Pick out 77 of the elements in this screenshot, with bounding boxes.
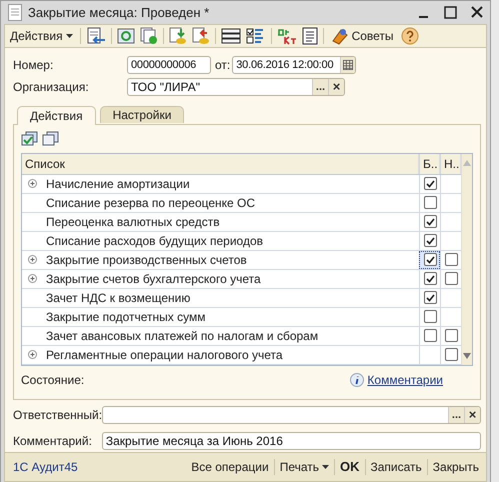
check-all-icon[interactable] (21, 130, 39, 147)
checkbox[interactable] (424, 234, 436, 248)
checkbox[interactable] (444, 253, 458, 266)
print-menu[interactable]: Печать (274, 460, 334, 474)
footer-button[interactable]: Закрыть (428, 460, 484, 474)
help-icon[interactable] (400, 26, 419, 45)
checkbox[interactable] (424, 253, 436, 266)
pencil-icon (330, 26, 349, 45)
checkbox[interactable] (424, 310, 436, 324)
tips-button[interactable]: Советы (328, 26, 396, 45)
number-label: Номер: (13, 58, 54, 72)
maximize-icon[interactable] (444, 6, 457, 19)
operation-name: Зачет НДС к возмещению (46, 290, 190, 305)
operation-name: Зачет авансовых платежей по налогам и сборам (46, 328, 318, 343)
close-icon[interactable] (471, 6, 483, 18)
expand-icon[interactable] (28, 274, 37, 284)
checkbox[interactable] (444, 329, 458, 342)
footer-button[interactable]: Записать (366, 460, 427, 474)
column-header[interactable]: Список (22, 154, 419, 174)
window-title: Закрытие месяца: Проведен * (28, 4, 210, 20)
list-icon[interactable] (220, 28, 241, 44)
number-field[interactable]: 00000000006 (127, 56, 211, 74)
organization-field[interactable]: ТОО "ЛИРА" ... × (127, 78, 345, 96)
document-icon (8, 4, 22, 21)
tab[interactable]: Настройки (100, 106, 184, 123)
responsible-label: Ответственный: (13, 408, 102, 422)
operation-name: Регламентные операции налогового учета (46, 348, 283, 362)
checkbox[interactable] (424, 177, 436, 190)
copy-icon[interactable] (140, 26, 158, 45)
ok-button[interactable]: OK (335, 459, 364, 474)
checkbox[interactable] (424, 215, 436, 228)
operation-name: Списание резерва по переоценке ОС (46, 196, 256, 210)
comment-label: Комментарий: (13, 434, 93, 448)
select-button[interactable]: ... (448, 406, 464, 423)
expand-icon[interactable] (28, 179, 37, 188)
scrollbar[interactable] (461, 154, 472, 365)
scroll-down-icon[interactable] (463, 352, 471, 359)
expand-icon[interactable] (28, 350, 37, 360)
tab[interactable]: Действия (17, 106, 96, 125)
date-label: от: (215, 58, 230, 72)
checkbox[interactable] (424, 196, 436, 210)
unpost-icon[interactable] (192, 26, 210, 45)
operation-name: Закрытие производственных счетов (46, 252, 247, 267)
document-arrow-icon[interactable] (86, 26, 106, 45)
comments-link[interactable]: Комментарии (367, 372, 443, 387)
info-icon (350, 372, 364, 387)
clear-button[interactable]: × (328, 78, 344, 95)
caret-icon (66, 34, 73, 38)
clear-button[interactable]: × (464, 406, 480, 423)
operation-name: Начисление амортизации (46, 176, 190, 191)
organization-label: Организация: (13, 80, 90, 94)
operation-name: Закрытие подотчетных сумм (46, 310, 206, 324)
caret-icon (322, 464, 329, 469)
checkbox[interactable] (444, 272, 458, 286)
expand-icon[interactable] (28, 255, 37, 264)
uncheck-all-icon[interactable] (42, 130, 60, 147)
operation-name: Переоценка валютных средств (46, 214, 220, 229)
checkbox[interactable] (424, 291, 436, 304)
report-icon[interactable] (302, 26, 318, 45)
checkbox[interactable] (424, 329, 436, 342)
calendar-icon[interactable] (340, 56, 356, 73)
comment-field[interactable]: Закрытие месяца за Июнь 2016 (102, 432, 481, 450)
operation-name: Закрытие счетов бухгалтерского учета (46, 272, 261, 286)
footer-button[interactable]: Все операции (186, 460, 274, 474)
checkbox[interactable] (444, 348, 458, 362)
operation-name: Списание расходов будущих периодов (46, 234, 264, 248)
select-button[interactable]: ... (312, 78, 328, 95)
state-label: Состояние: (21, 372, 84, 387)
date-field[interactable]: 30.06.2016 12:00:00 (232, 56, 356, 74)
actions-menu[interactable]: Действия (8, 28, 75, 43)
user-label: 1С Аудит45 (13, 460, 78, 474)
debit-credit-icon[interactable] (276, 26, 297, 45)
column-header[interactable]: Б.. (419, 154, 440, 174)
checkbox[interactable] (424, 272, 436, 286)
responsible-field[interactable]: ... × (102, 406, 481, 424)
post-icon[interactable] (168, 26, 187, 45)
checklist-icon[interactable] (246, 28, 266, 44)
